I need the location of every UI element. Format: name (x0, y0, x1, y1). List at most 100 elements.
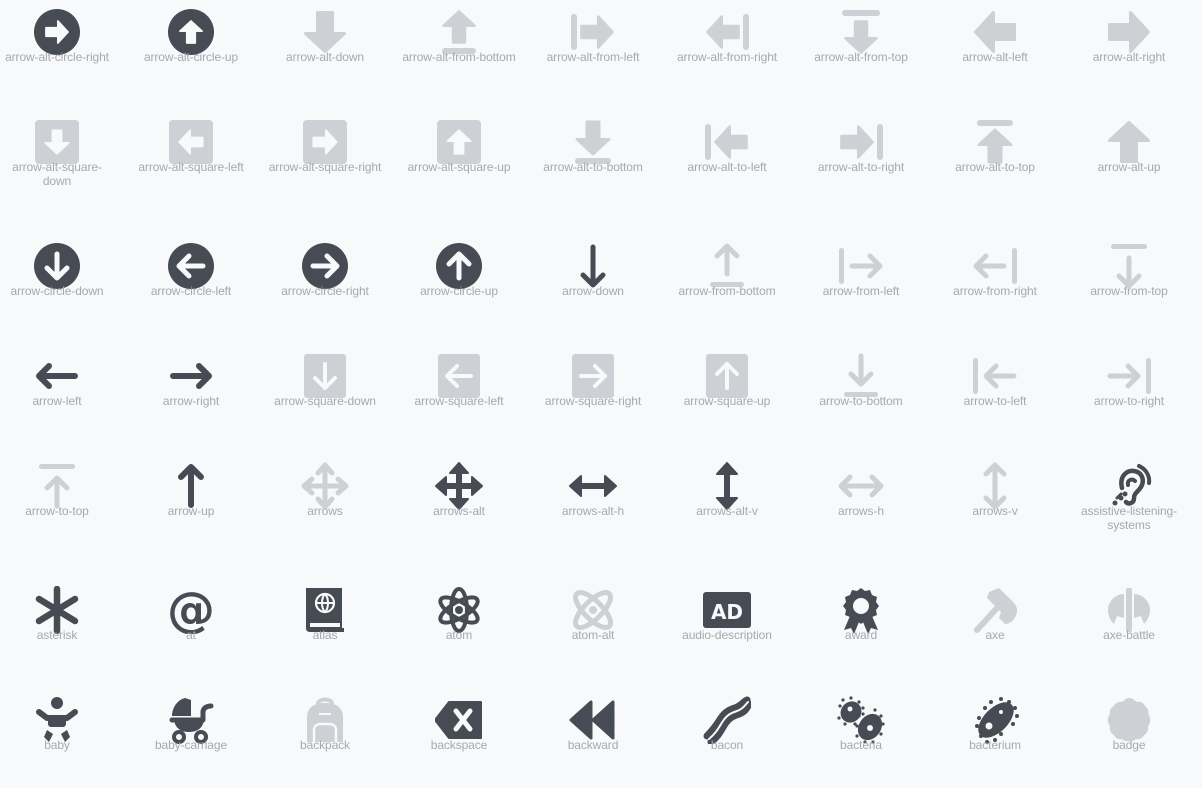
icon-tile[interactable]: arrows-alt-h (526, 462, 660, 552)
icon-tile[interactable]: arrow-from-left (794, 242, 928, 332)
icon-tile[interactable]: arrow-alt-to-left (660, 118, 794, 208)
icon-tile[interactable]: arrow-alt-square-right (258, 118, 392, 208)
arrow-square-up-icon (703, 352, 751, 400)
icon-tile[interactable]: arrow-alt-square-down (0, 118, 124, 208)
icon-tile[interactable]: arrow-to-left (928, 352, 1062, 442)
icon-tile[interactable]: arrow-alt-up (1062, 118, 1196, 208)
icon-tile[interactable]: arrows-alt (392, 462, 526, 552)
arrow-alt-down-icon (301, 8, 349, 56)
icon-label: arrow-from-right (953, 284, 1037, 298)
icon-tile[interactable]: arrow-alt-circle-right (0, 8, 124, 98)
icon-tile[interactable]: arrow-circle-up (392, 242, 526, 332)
icon-tile[interactable]: arrow-circle-right (258, 242, 392, 332)
arrow-down-icon (569, 242, 617, 290)
icon-tile[interactable]: arrow-alt-to-top (928, 118, 1062, 208)
icon-label: backpack (300, 738, 350, 752)
icon-label: atom-alt (571, 628, 615, 642)
icon-tile[interactable]: arrow-alt-left (928, 8, 1062, 98)
award-icon (837, 586, 885, 634)
icon-label: arrow-alt-left (962, 50, 1028, 64)
icon-tile[interactable]: arrow-alt-from-left (526, 8, 660, 98)
icon-tile[interactable]: AD audio-description (660, 586, 794, 676)
icon-tile[interactable]: arrows (258, 462, 392, 552)
arrow-right-icon (167, 352, 215, 400)
icon-tile[interactable]: badge (1062, 696, 1196, 786)
icon-tile[interactable]: arrow-alt-right (1062, 8, 1196, 98)
icon-label-line: arrow-alt-square- (12, 160, 102, 174)
atom-alt-icon (569, 586, 617, 634)
icon-label-line: systems (1107, 518, 1151, 532)
icon-label: baby-carriage (154, 738, 228, 752)
icon-tile[interactable]: arrow-alt-from-right (660, 8, 794, 98)
icon-tile[interactable]: arrow-circle-left (124, 242, 258, 332)
icon-label: arrow-alt-square-right (268, 160, 382, 174)
icon-tile[interactable]: arrow-square-down (258, 352, 392, 442)
arrow-square-right-icon (569, 352, 617, 400)
icon-tile[interactable]: arrow-down (526, 242, 660, 332)
icon-tile[interactable]: bacterium (928, 696, 1062, 786)
icon-tile[interactable]: arrow-alt-square-up (392, 118, 526, 208)
icon-tile[interactable]: arrow-alt-from-top (794, 8, 928, 98)
icon-label: audio-description (682, 628, 772, 642)
icon-tile[interactable]: axe (928, 586, 1062, 676)
arrow-alt-left-icon (971, 8, 1019, 56)
icon-tile[interactable]: arrow-alt-to-bottom (526, 118, 660, 208)
icon-tile[interactable]: award (794, 586, 928, 676)
icon-label: baby (44, 738, 70, 752)
icon-tile[interactable]: assistive-listening-systems (1062, 462, 1196, 552)
arrow-alt-from-right-icon (703, 8, 751, 56)
icon-tile[interactable]: arrow-up (124, 462, 258, 552)
icon-tile[interactable]: @ at (124, 586, 258, 676)
icon-tile[interactable]: arrow-to-right (1062, 352, 1196, 442)
icon-label: arrow-alt-circle-right (5, 50, 109, 64)
icon-tile[interactable]: arrow-to-bottom (794, 352, 928, 442)
icon-label: arrow-down (562, 284, 624, 298)
icon-tile[interactable]: arrow-alt-square-left (124, 118, 258, 208)
arrow-left-icon (33, 352, 81, 400)
icon-tile[interactable]: baby-carriage (124, 696, 258, 786)
icon-tile[interactable]: arrow-to-top (0, 462, 124, 552)
icon-tile[interactable]: baby (0, 696, 124, 786)
icon-tile[interactable]: arrow-alt-circle-up (124, 8, 258, 98)
icon-label: arrow-from-top (1090, 284, 1168, 298)
icon-label: arrow-alt-from-right (676, 50, 777, 64)
icon-label: at (186, 628, 196, 642)
bacterium-icon (971, 696, 1019, 744)
icon-tile[interactable]: arrow-from-right (928, 242, 1062, 332)
arrows-alt-v-icon (703, 462, 751, 510)
icon-tile[interactable]: arrow-alt-to-right (794, 118, 928, 208)
icon-tile[interactable]: backward (526, 696, 660, 786)
icon-tile[interactable]: arrow-square-left (392, 352, 526, 442)
icon-tile[interactable]: arrows-alt-v (660, 462, 794, 552)
icon-tile[interactable]: arrow-square-up (660, 352, 794, 442)
icon-tile[interactable]: asterisk (0, 586, 124, 676)
arrow-square-down-icon (301, 352, 349, 400)
icon-label: arrow-circle-down (10, 284, 104, 298)
icon-tile[interactable]: bacteria (794, 696, 928, 786)
icon-tile[interactable]: arrows-v (928, 462, 1062, 552)
icon-tile[interactable]: arrow-circle-down (0, 242, 124, 332)
at-icon: @ (167, 586, 215, 634)
icon-label: arrow-to-bottom (819, 394, 903, 408)
icon-tile[interactable]: arrow-alt-down (258, 8, 392, 98)
icon-tile[interactable]: arrow-square-right (526, 352, 660, 442)
icon-tile[interactable]: arrow-from-bottom (660, 242, 794, 332)
icon-tile[interactable]: arrow-left (0, 352, 124, 442)
icon-tile[interactable]: arrow-right (124, 352, 258, 442)
bacteria-icon (837, 696, 885, 744)
icon-tile[interactable]: arrows-h (794, 462, 928, 552)
icon-tile[interactable]: arrow-from-top (1062, 242, 1196, 332)
icon-label: backward (567, 738, 619, 752)
icon-tile[interactable]: bacon (660, 696, 794, 786)
icon-tile[interactable]: atlas (258, 586, 392, 676)
icon-tile[interactable]: atom (392, 586, 526, 676)
arrow-alt-square-down-icon (33, 118, 81, 166)
icon-tile[interactable]: atom-alt (526, 586, 660, 676)
arrow-alt-from-bottom-icon (435, 8, 483, 56)
icon-tile[interactable]: backpack (258, 696, 392, 786)
icon-label: arrow-square-down (274, 394, 376, 408)
arrow-alt-to-bottom-icon (569, 118, 617, 166)
icon-tile[interactable]: axe-battle (1062, 586, 1196, 676)
icon-tile[interactable]: arrow-alt-from-bottom (392, 8, 526, 98)
icon-tile[interactable]: backspace (392, 696, 526, 786)
